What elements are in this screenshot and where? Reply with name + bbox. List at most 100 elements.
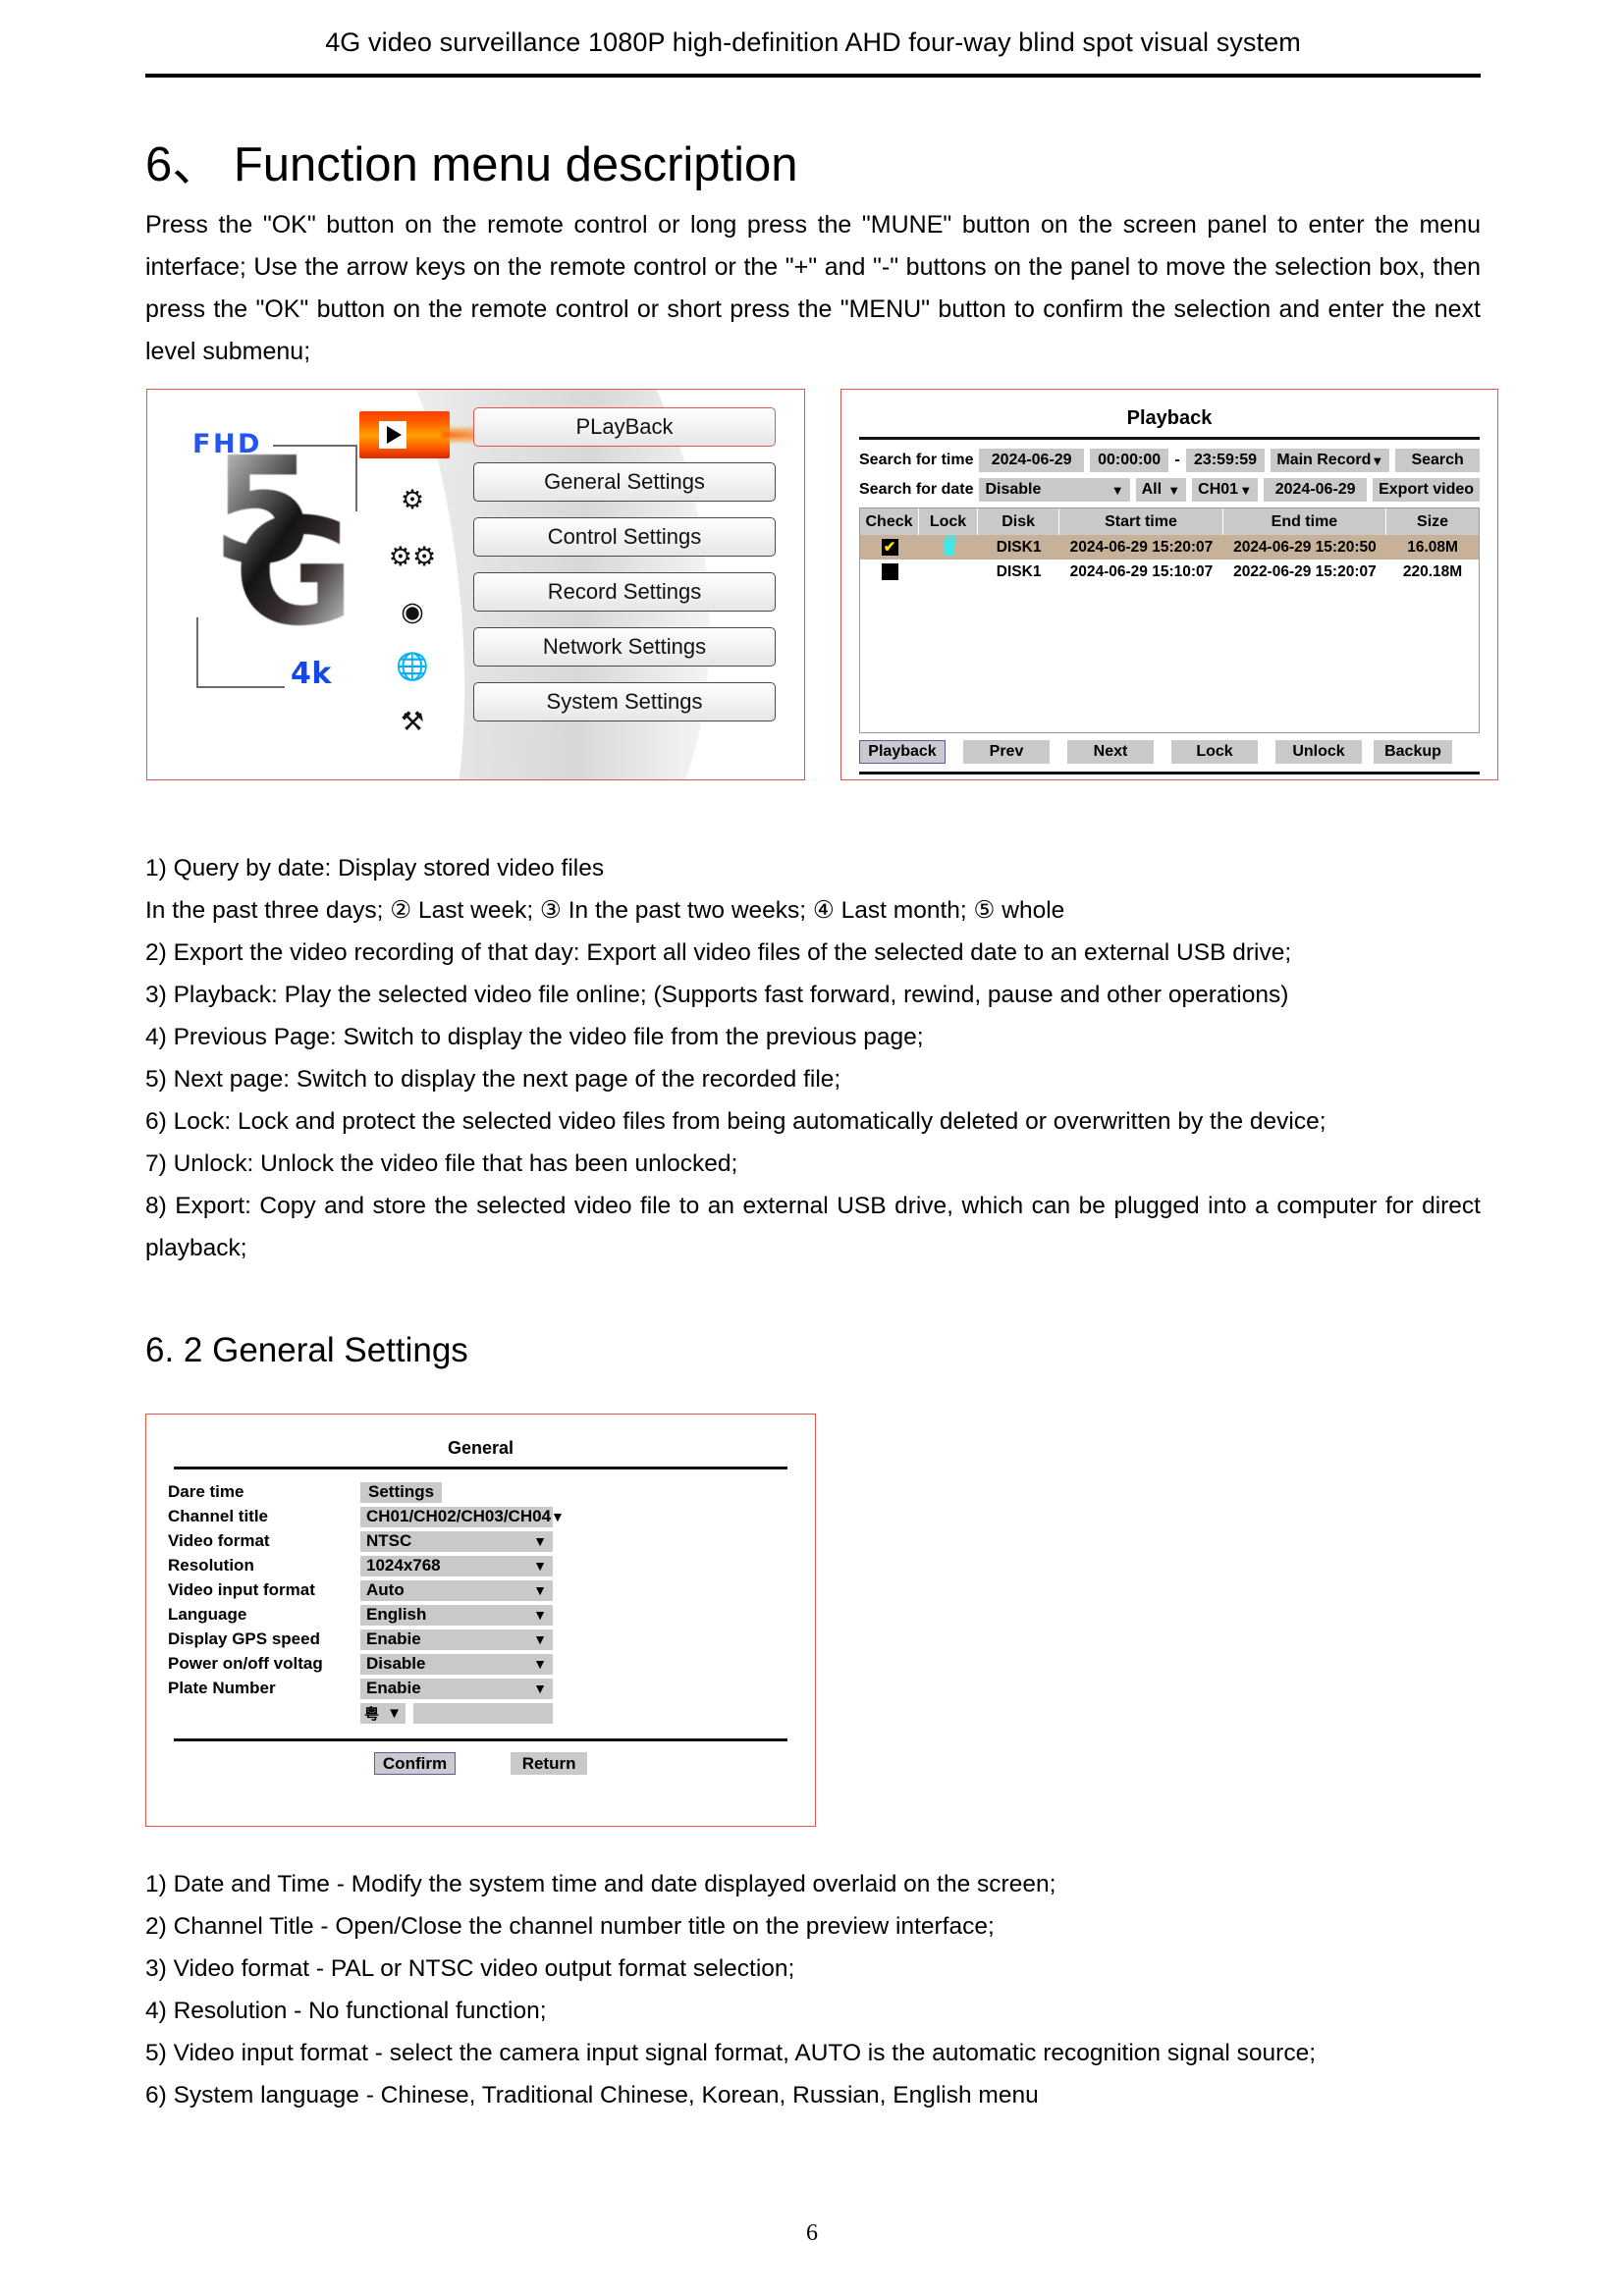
power-voltage-dropdown[interactable]: Disable ▼ (360, 1653, 553, 1675)
chevron-down-icon: ▼ (533, 1582, 547, 1599)
row-size: 220.18M (1402, 562, 1463, 580)
menu-button-system-settings[interactable]: System Settings (473, 682, 776, 721)
resolution-dropdown[interactable]: 1024x768 ▼ (360, 1555, 553, 1576)
lock-button[interactable]: Lock (1171, 740, 1258, 764)
date-range-dropdown[interactable]: Disable ▼ (979, 478, 1130, 502)
setting-value: English (366, 1605, 427, 1625)
chevron-down-icon: ▼ (1371, 453, 1384, 468)
row-end-time: 2022-06-29 15:20:07 (1233, 562, 1377, 580)
confirm-button[interactable]: Confirm (373, 1752, 457, 1775)
list-item: In the past three days; ② Last week; ③ I… (145, 897, 1065, 924)
search-time-to-field[interactable]: 23:59:59 (1185, 449, 1266, 472)
setting-label: Power on/off voltag (168, 1654, 323, 1674)
all-value: All (1141, 481, 1163, 498)
setting-row-plate-number: Plate Number Enabie ▼ (168, 1678, 793, 1700)
menu-button-record-settings[interactable]: Record Settings (473, 572, 776, 612)
list-item: 7) Unlock: Unlock the video file that ha… (145, 1150, 738, 1177)
intro-paragraph: Press the "OK" button on the remote cont… (145, 204, 1481, 373)
setting-row-video-format: Video format NTSC ▼ (168, 1530, 793, 1553)
list-item: 5) Video input format - select the camer… (145, 2040, 1317, 2066)
chevron-down-icon: ▼ (533, 1607, 547, 1624)
date-time-settings-button[interactable]: Settings (360, 1481, 443, 1503)
row-size: 16.08M (1407, 538, 1458, 556)
gear-icon[interactable]: ⚙ (381, 480, 444, 519)
unlock-button[interactable]: Unlock (1275, 740, 1362, 764)
checkbox-unchecked-icon (881, 563, 898, 580)
list-item: 4) Previous Page: Switch to display the … (145, 1024, 924, 1050)
chevron-down-icon: ▼ (533, 1533, 547, 1550)
setting-value: 1024x768 (366, 1556, 441, 1575)
search-date-field[interactable]: 2024-06-29 (1264, 478, 1368, 502)
tools-icon[interactable]: ⚒ (381, 702, 444, 741)
search-date-label: Search for date (859, 481, 974, 498)
row-checkbox[interactable] (860, 560, 919, 584)
setting-row-language: Language English ▼ (168, 1604, 793, 1627)
plate-number-dropdown[interactable]: Enabie ▼ (360, 1678, 553, 1699)
chevron-down-icon: ▼ (533, 1558, 547, 1575)
menu-button-network-settings[interactable]: Network Settings (473, 627, 776, 667)
next-button[interactable]: Next (1067, 740, 1154, 764)
double-gear-icon[interactable]: ⚙⚙ (381, 537, 444, 576)
display-gps-speed-dropdown[interactable]: Enabie ▼ (360, 1629, 553, 1650)
recording-table: Check Lock Disk Start time End time Size… (859, 507, 1480, 584)
globe-icon[interactable]: 🌐 (381, 647, 444, 686)
table-header-row: Check Lock Disk Start time End time Size (860, 508, 1479, 535)
setting-label: Display GPS speed (168, 1629, 320, 1649)
camera-icon[interactable]: ◉ (381, 592, 444, 631)
search-date-row: Search for date Disable ▼ All ▼ CH01 ▼ 2… (859, 478, 1481, 502)
list-item: 8) Export: Copy and store the selected v… (145, 1193, 1481, 1261)
search-time-from-field[interactable]: 00:00:00 (1089, 449, 1169, 472)
video-format-dropdown[interactable]: NTSC ▼ (360, 1530, 553, 1552)
chevron-down-icon: ▼ (533, 1656, 547, 1673)
all-dropdown[interactable]: All ▼ (1135, 478, 1187, 502)
video-input-format-dropdown[interactable]: Auto ▼ (360, 1579, 553, 1601)
column-header-lock: Lock (919, 508, 979, 535)
language-dropdown[interactable]: English ▼ (360, 1604, 553, 1626)
row-lock-cell (919, 560, 978, 584)
intro-text: Press the "OK" button on the remote cont… (145, 211, 1481, 365)
row-checkbox[interactable]: ✔ (860, 535, 919, 560)
list-item: 4) Resolution - No functional function; (145, 1998, 547, 2024)
record-type-dropdown[interactable]: Main Record ▼ (1271, 449, 1390, 472)
general-settings-panel: General Dare time Settings Channel title… (146, 1415, 815, 1826)
setting-row-channel-title: Channel title CH01/CH02/CH03/CH04 ▼ (168, 1506, 793, 1528)
setting-label: Dare time (168, 1482, 244, 1502)
search-button[interactable]: Search (1395, 449, 1480, 472)
figure-function-menu: FHD 5 G 4k ⚙ ⚙⚙ ◉ 🌐 ⚒ PLayBack General S… (146, 389, 805, 780)
plate-prefix-value: 粤 (364, 1705, 380, 1723)
table-row[interactable]: DISK1 2024-06-29 15:10:07 2022-06-29 15:… (860, 560, 1479, 584)
channel-title-dropdown[interactable]: CH01/CH02/CH03/CH04 ▼ (360, 1506, 565, 1527)
channel-value: CH01 (1198, 481, 1239, 498)
setting-value: Enabie (366, 1679, 421, 1698)
return-button[interactable]: Return (511, 1752, 588, 1775)
backup-button[interactable]: Backup (1374, 740, 1452, 764)
menu-button-general-settings[interactable]: General Settings (473, 462, 776, 502)
list-item: 2) Export the video recording of that da… (145, 939, 1292, 966)
export-video-button[interactable]: Export video (1373, 478, 1481, 502)
column-header-size: Size (1417, 512, 1449, 530)
plate-number-entry-row: 粤 ▼ (360, 1702, 793, 1725)
column-header-disk: Disk (978, 508, 1060, 535)
playback-button[interactable]: Playback (859, 740, 946, 764)
chevron-down-icon: ▼ (387, 1704, 402, 1722)
plate-number-input[interactable] (413, 1702, 553, 1724)
playback-notes-list: 1) Query by date: Display stored video f… (145, 847, 1481, 1269)
prev-button[interactable]: Prev (963, 740, 1050, 764)
search-time-date-field[interactable]: 2024-06-29 (979, 449, 1084, 472)
general-settings-notes-list: 1) Date and Time - Modify the system tim… (145, 1863, 1481, 2116)
menu-button-playback[interactable]: PLayBack (473, 407, 776, 447)
general-action-bar: Confirm Return (146, 1752, 815, 1775)
chevron-down-icon: ▼ (1167, 482, 1181, 498)
table-row[interactable]: ✔ DISK1 2024-06-29 15:20:07 2024-06-29 1… (860, 535, 1479, 560)
setting-row-power-voltage: Power on/off voltag Disable ▼ (168, 1653, 793, 1676)
column-header-end-time: End time (1223, 508, 1387, 535)
running-header-text: 4G video surveillance 1080P high-definit… (325, 27, 1301, 57)
logo-4k-label: 4k (291, 657, 332, 691)
setting-value: Settings (368, 1482, 435, 1502)
chevron-down-icon: ▼ (533, 1681, 547, 1697)
menu-button-control-settings[interactable]: Control Settings (473, 517, 776, 557)
list-item: 5) Next page: Switch to display the next… (145, 1066, 841, 1093)
list-item: 1) Query by date: Display stored video f… (145, 855, 605, 881)
channel-dropdown[interactable]: CH01 ▼ (1192, 478, 1259, 502)
plate-prefix-dropdown[interactable]: 粤 ▼ (360, 1702, 406, 1724)
